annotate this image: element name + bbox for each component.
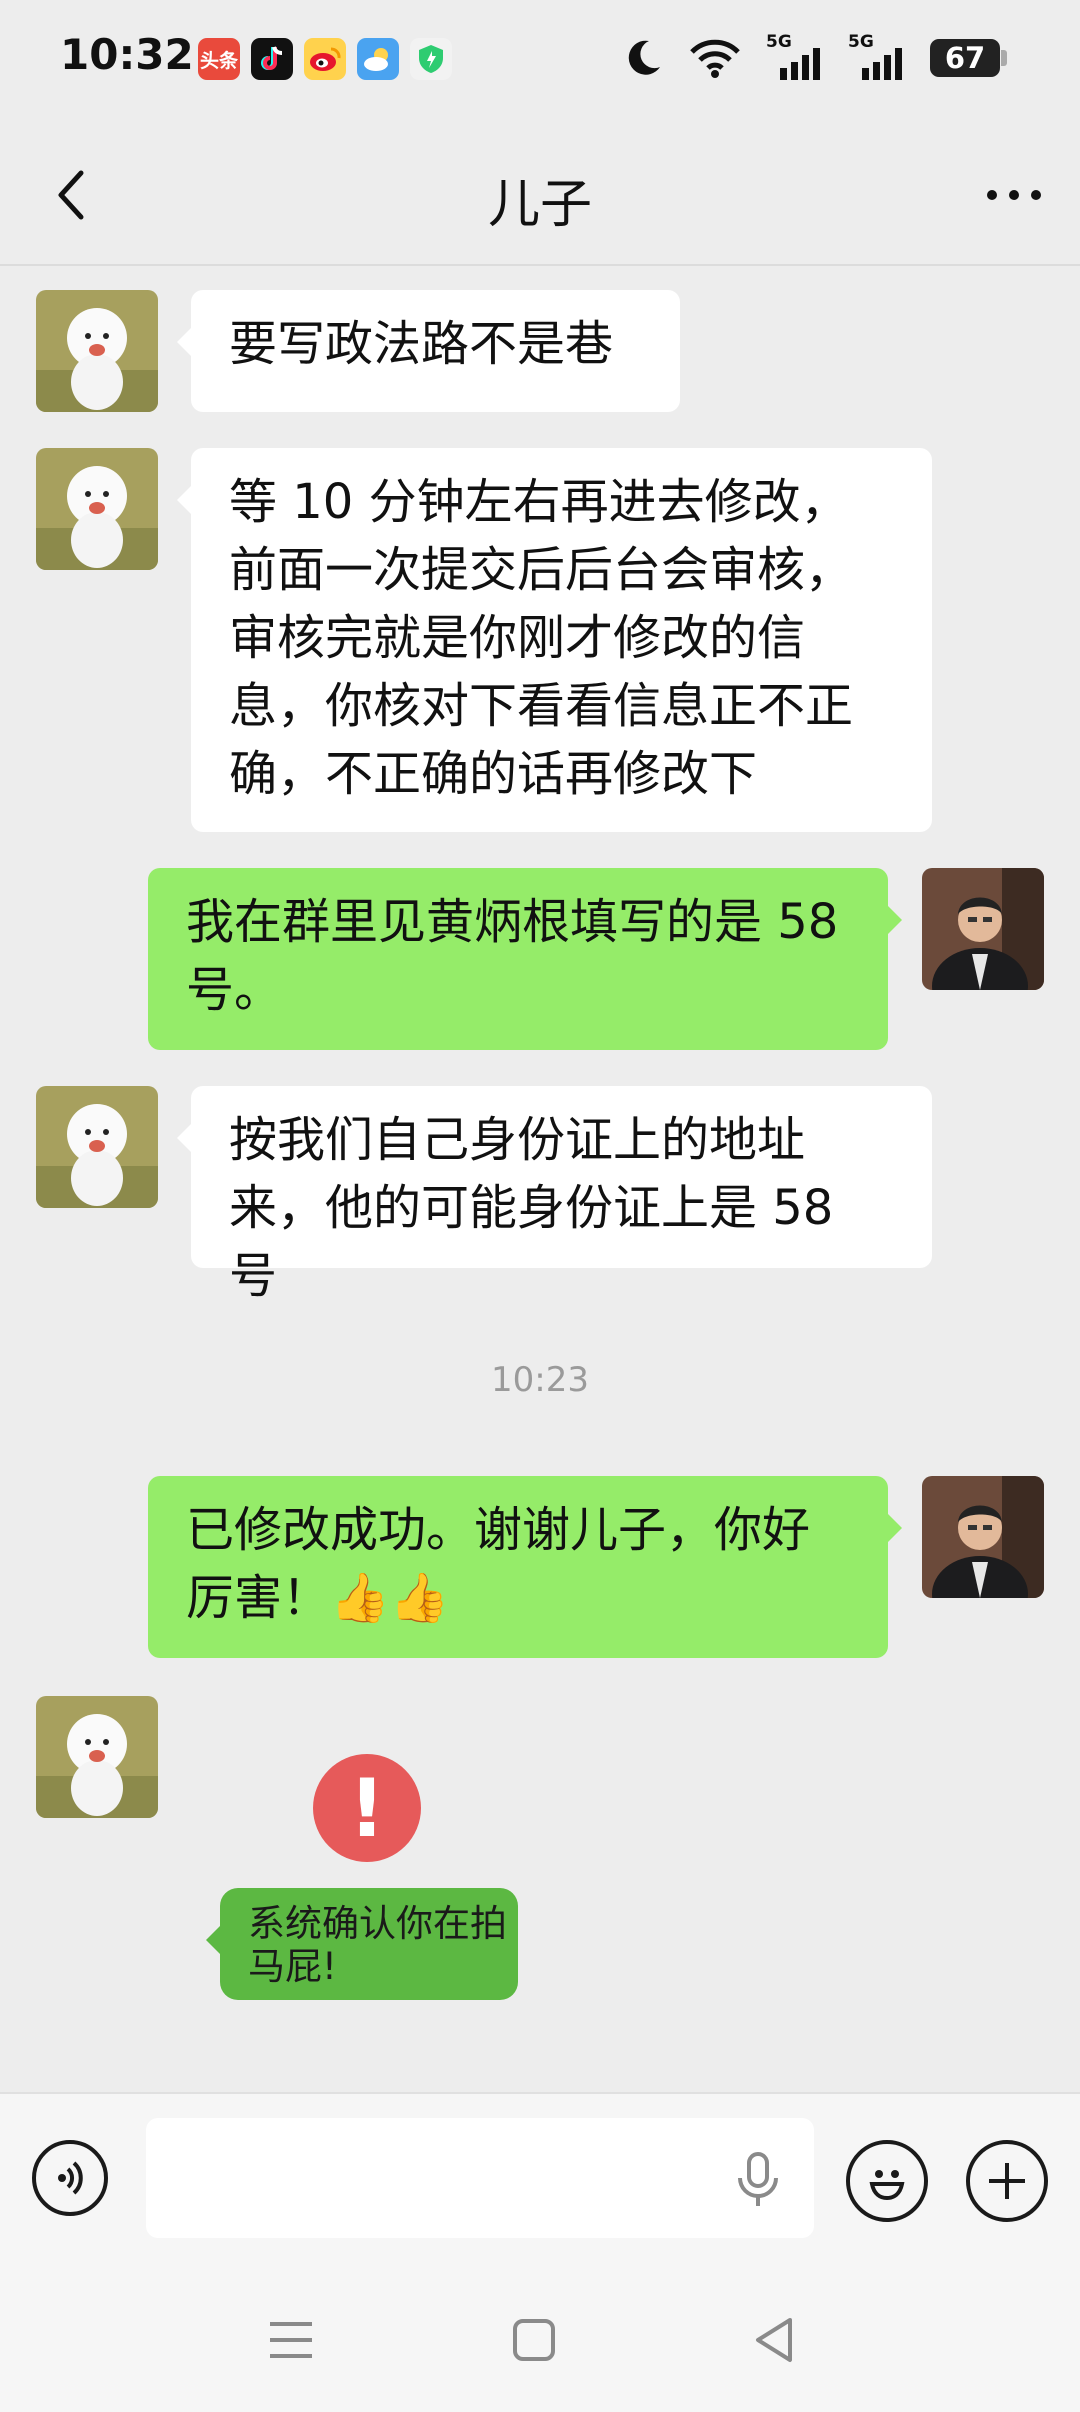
message-input[interactable] bbox=[146, 2118, 814, 2238]
input-bar bbox=[0, 2092, 1080, 2284]
voice-wave-icon bbox=[58, 2161, 83, 2195]
overlay-text: 系统确认你在拍马屁! bbox=[248, 1902, 507, 1988]
home-icon[interactable] bbox=[512, 2318, 556, 2362]
weibo-icon bbox=[304, 38, 346, 80]
contact-avatar[interactable] bbox=[36, 1696, 158, 1818]
status-bar: 10:32 头条 5G 5G 67 bbox=[0, 0, 1080, 120]
header-divider bbox=[0, 264, 1080, 266]
back-nav-icon[interactable] bbox=[752, 2316, 796, 2364]
weather-icon bbox=[357, 38, 399, 80]
wifi-icon bbox=[690, 39, 740, 78]
toutiao-icon: 头条 bbox=[198, 38, 240, 80]
system-nav-bar bbox=[0, 2282, 1080, 2412]
more-functions-button[interactable] bbox=[966, 2140, 1048, 2222]
more-dots-icon bbox=[987, 190, 1041, 200]
my-avatar[interactable] bbox=[922, 1476, 1044, 1598]
douyin-icon bbox=[251, 38, 293, 80]
alert-mark: ! bbox=[348, 1761, 386, 1855]
toutiao-label: 头条 bbox=[199, 49, 238, 72]
system-icons: 5G 5G 67 bbox=[622, 32, 1007, 80]
received-message[interactable]: 要写政法路不是巷 bbox=[177, 290, 680, 412]
message-text: 我在群里见黄炳根填写的是 58 号。 bbox=[186, 894, 839, 1018]
emoji-button[interactable] bbox=[846, 2140, 928, 2222]
send-failed-alert-icon[interactable]: ! bbox=[313, 1754, 421, 1862]
emoji-icon bbox=[869, 2170, 905, 2201]
signal-icon-1: 5G bbox=[766, 32, 824, 80]
contact-avatar[interactable] bbox=[36, 448, 158, 570]
sent-message[interactable]: 我在群里见黄炳根填写的是 58 号。 bbox=[148, 868, 902, 1050]
plus-icon bbox=[989, 2163, 1025, 2199]
notification-icons: 头条 bbox=[198, 38, 452, 80]
contact-avatar[interactable] bbox=[36, 1086, 158, 1208]
more-button[interactable] bbox=[984, 160, 1044, 230]
message-text: 按我们自己身份证上的地址来，他的可能身份证上是 58 号 bbox=[229, 1112, 834, 1304]
status-time: 10:32 bbox=[60, 30, 194, 79]
signal-icon-2: 5G bbox=[848, 32, 906, 80]
received-message[interactable]: 等 10 分钟左右再进去修改，前面一次提交后后台会审核，审核完就是你刚才修改的信… bbox=[177, 448, 932, 832]
message-text: 等 10 分钟左右再进去修改，前面一次提交后后台会审核，审核完就是你刚才修改的信… bbox=[229, 474, 854, 802]
my-avatar[interactable] bbox=[922, 868, 1044, 990]
sent-message[interactable]: 已修改成功。谢谢儿子，你好厉害！👍👍 bbox=[148, 1476, 902, 1658]
microphone-icon[interactable] bbox=[730, 2150, 786, 2210]
voice-toggle-button[interactable] bbox=[32, 2140, 108, 2216]
contact-avatar[interactable] bbox=[36, 290, 158, 412]
message-text: 要写政法路不是巷 bbox=[229, 316, 614, 372]
moon-icon bbox=[628, 40, 660, 75]
message-timestamp: 10:23 bbox=[491, 1360, 589, 1400]
message-text: 已修改成功。谢谢儿子，你好厉害！👍👍 bbox=[186, 1502, 811, 1626]
overlay-message: 系统确认你在拍马屁! bbox=[206, 1888, 518, 2000]
security-icon bbox=[410, 38, 452, 80]
menu-icon[interactable] bbox=[268, 2318, 314, 2362]
battery-indicator: 67 bbox=[930, 39, 1007, 77]
chat-title: 儿子 bbox=[487, 175, 592, 235]
received-message[interactable]: 按我们自己身份证上的地址来，他的可能身份证上是 58 号 bbox=[177, 1086, 932, 1304]
chat-header: 儿子 bbox=[0, 130, 1080, 260]
